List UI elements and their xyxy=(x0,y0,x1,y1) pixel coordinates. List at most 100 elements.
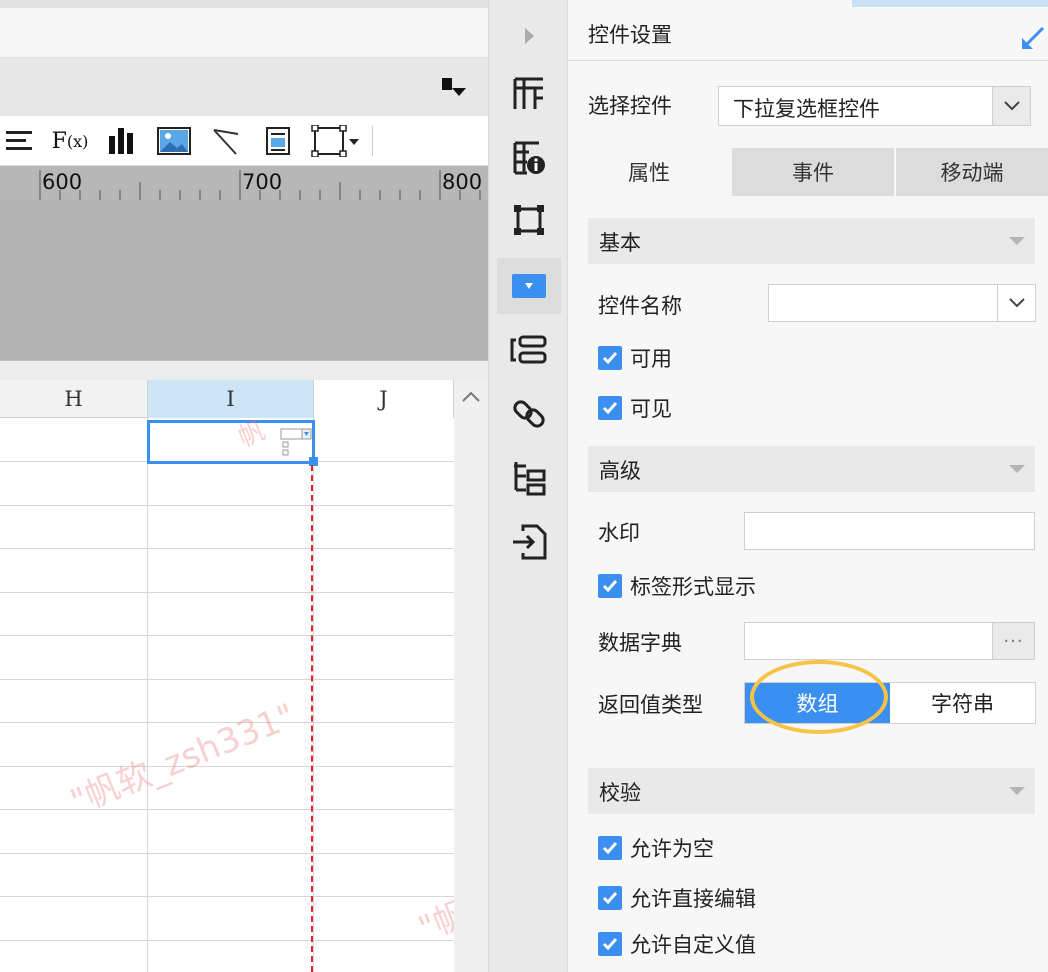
visible-checkbox[interactable] xyxy=(598,396,622,420)
column-header-h[interactable]: H xyxy=(0,380,148,418)
tag-display-checkbox-row[interactable]: 标签形式显示 xyxy=(598,571,756,601)
row-gridline xyxy=(0,548,454,549)
formula-icon[interactable]: F (x) xyxy=(50,124,90,158)
cell-info-icon[interactable] xyxy=(497,130,561,186)
enabled-label: 可用 xyxy=(630,347,672,371)
collapse-arrow-icon[interactable] xyxy=(497,8,561,64)
allow-edit-checkbox-row[interactable]: 允许直接编辑 xyxy=(598,883,756,913)
select-widget-label: 选择控件 xyxy=(588,94,672,118)
row-gridline xyxy=(0,592,454,593)
toolbar-divider xyxy=(372,126,373,156)
column-gridline xyxy=(147,418,148,972)
watermark-field[interactable] xyxy=(744,512,1035,550)
widget-settings-icon[interactable] xyxy=(497,258,561,314)
return-type-label: 返回值类型 xyxy=(598,693,703,717)
ruler-mark-700: 700 xyxy=(242,170,283,194)
canvas-gray-area xyxy=(0,200,488,360)
tag-display-checkbox[interactable] xyxy=(598,574,622,598)
column-gridline xyxy=(313,418,314,972)
check-icon xyxy=(602,352,618,365)
tab-attributes[interactable]: 属性 xyxy=(568,148,732,196)
check-icon xyxy=(602,580,618,593)
section-advanced[interactable]: 高级 xyxy=(588,446,1035,492)
allow-custom-label: 允许自定义值 xyxy=(630,933,756,957)
vertical-scrollbar[interactable] xyxy=(454,380,488,972)
condition-attribute-icon[interactable] xyxy=(497,322,561,378)
allow-custom-checkbox[interactable] xyxy=(598,932,622,956)
column-header: H I J xyxy=(0,380,454,418)
data-dictionary-field[interactable]: ··· xyxy=(744,622,1035,660)
title-bar xyxy=(0,8,488,58)
chevron-down-icon[interactable] xyxy=(992,87,1030,125)
visible-checkbox-row[interactable]: 可见 xyxy=(598,393,672,423)
widget-settings-panel: 控件设置 选择控件 下拉复选框控件 属性 事件 移动端 基本 控件名称 可用 可… xyxy=(568,0,1048,972)
allow-edit-label: 允许直接编辑 xyxy=(630,887,756,911)
allow-empty-checkbox-row[interactable]: 允许为空 xyxy=(598,833,714,863)
allow-empty-checkbox[interactable] xyxy=(598,836,622,860)
ruler-mark-800: 800 xyxy=(442,170,483,194)
section-validation[interactable]: 校验 xyxy=(588,768,1035,814)
check-icon xyxy=(602,892,618,905)
sub-toolbar xyxy=(0,58,488,116)
section-collapse-icon[interactable] xyxy=(1009,465,1025,473)
page-break-line xyxy=(311,465,313,972)
sheet-grid[interactable] xyxy=(0,418,454,972)
section-basic[interactable]: 基本 xyxy=(588,218,1035,264)
row-gridline xyxy=(0,940,454,941)
canvas-divider xyxy=(0,360,488,380)
dock-arrow-icon[interactable] xyxy=(1020,25,1046,51)
check-icon xyxy=(602,842,618,855)
paste-format-icon[interactable] xyxy=(440,76,466,98)
column-header-j[interactable]: J xyxy=(314,380,454,418)
enabled-checkbox[interactable] xyxy=(598,346,622,370)
data-dictionary-label: 数据字典 xyxy=(598,631,682,655)
row-gridline xyxy=(0,853,454,854)
row-gridline xyxy=(0,896,454,897)
slash-icon[interactable] xyxy=(208,124,244,158)
column-header-i[interactable]: I xyxy=(148,380,314,418)
section-advanced-title: 高级 xyxy=(599,459,641,483)
row-gridline xyxy=(0,505,454,506)
panel-tabs: 属性 事件 移动端 xyxy=(568,148,1048,196)
scroll-up-arrow-icon[interactable] xyxy=(454,380,488,414)
widget-type-value: 下拉复选框控件 xyxy=(733,97,880,121)
cell-attribute-icon[interactable] xyxy=(497,66,561,122)
allow-custom-checkbox-row[interactable]: 允许自定义值 xyxy=(598,929,756,959)
checkbox-dropdown-widget-icon xyxy=(280,428,312,456)
chevron-down-icon[interactable] xyxy=(997,285,1035,321)
section-collapse-icon[interactable] xyxy=(1009,237,1025,245)
dictionary-more-button[interactable]: ··· xyxy=(992,623,1034,659)
widget-type-select[interactable]: 下拉复选框控件 xyxy=(718,86,1031,126)
float-element-icon[interactable] xyxy=(497,192,561,248)
image-icon[interactable] xyxy=(156,124,192,158)
ruler-mark-600: 600 xyxy=(42,170,83,194)
return-type-string-option[interactable]: 字符串 xyxy=(890,683,1035,723)
visible-label: 可见 xyxy=(630,397,672,421)
import-icon[interactable] xyxy=(497,514,561,570)
sub-report-icon[interactable] xyxy=(262,124,294,158)
enabled-checkbox-row[interactable]: 可用 xyxy=(598,343,672,373)
section-collapse-icon[interactable] xyxy=(1009,787,1025,795)
panel-header: 控件设置 xyxy=(568,7,1048,61)
tag-display-label: 标签形式显示 xyxy=(630,575,756,599)
tab-events[interactable]: 事件 xyxy=(732,148,896,196)
check-icon xyxy=(602,938,618,951)
side-icon-bar xyxy=(488,0,568,972)
widget-name-field[interactable] xyxy=(768,284,1036,322)
panel-top-accent xyxy=(852,0,1048,7)
allow-empty-label: 允许为空 xyxy=(630,837,714,861)
hyperlink-icon[interactable] xyxy=(497,386,561,442)
allow-edit-checkbox[interactable] xyxy=(598,886,622,910)
row-gridline xyxy=(0,679,454,680)
row-gridline xyxy=(0,809,454,810)
highlight-annotation-ring xyxy=(750,660,888,734)
tab-mobile[interactable]: 移动端 xyxy=(896,148,1048,196)
border-dropdown-icon[interactable] xyxy=(310,124,362,158)
row-gridline xyxy=(0,635,454,636)
chart-icon[interactable] xyxy=(104,124,140,158)
section-basic-title: 基本 xyxy=(599,231,641,255)
panel-title: 控件设置 xyxy=(588,23,672,47)
check-icon xyxy=(602,402,618,415)
align-icon[interactable] xyxy=(2,124,36,158)
tree-structure-icon[interactable] xyxy=(497,450,561,506)
